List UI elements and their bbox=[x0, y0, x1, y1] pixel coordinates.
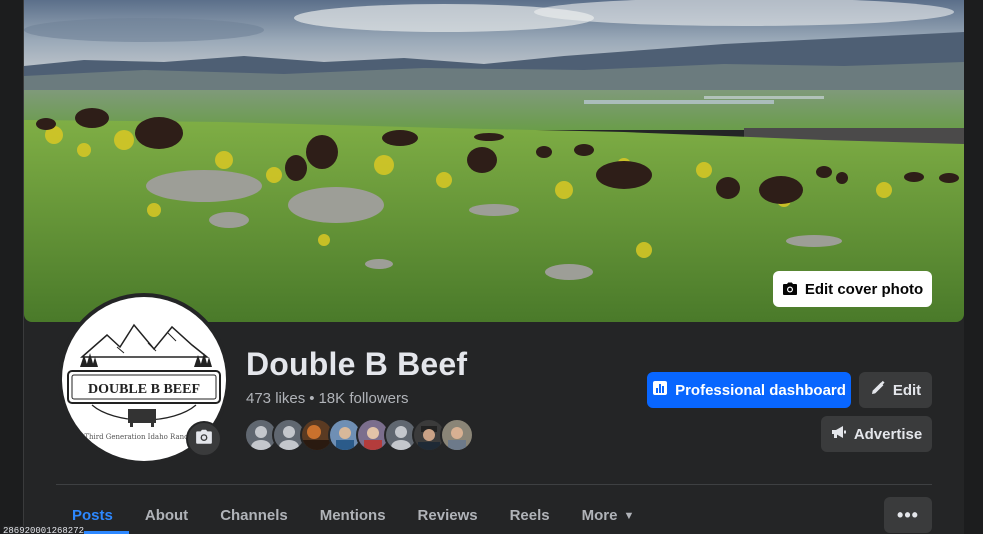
tab-reels[interactable]: Reels bbox=[494, 497, 566, 534]
left-gutter bbox=[0, 0, 24, 534]
stats-separator: • bbox=[309, 390, 315, 407]
update-profile-picture-button[interactable] bbox=[186, 421, 222, 457]
header-divider bbox=[56, 484, 932, 485]
edit-cover-photo-button[interactable]: Edit cover photo bbox=[773, 271, 932, 307]
page-id-text: 286920001268272 bbox=[3, 526, 85, 534]
cover-photo: Edit cover photo bbox=[24, 0, 964, 322]
tab-channels[interactable]: Channels bbox=[204, 497, 304, 534]
tab-mentions[interactable]: Mentions bbox=[304, 497, 402, 534]
right-gutter bbox=[964, 0, 983, 534]
ellipsis-icon: ••• bbox=[897, 504, 919, 525]
follower-avatar[interactable] bbox=[440, 418, 474, 452]
tab-reviews[interactable]: Reviews bbox=[402, 497, 494, 534]
edit-cover-photo-label: Edit cover photo bbox=[804, 280, 924, 298]
page-title: Double B Beef bbox=[246, 346, 468, 382]
professional-dashboard-label: Professional dashboard bbox=[675, 381, 846, 399]
likes-count[interactable]: 473 likes bbox=[246, 390, 305, 407]
followers-count[interactable]: 18K followers bbox=[318, 390, 408, 407]
pencil-icon bbox=[870, 380, 886, 400]
page-tabs: Posts About Channels Mentions Reviews Re… bbox=[56, 497, 650, 534]
megaphone-icon bbox=[831, 424, 847, 444]
camera-icon bbox=[782, 281, 798, 297]
page-stats: 473 likes • 18K followers bbox=[246, 390, 409, 407]
logo-wordmark: DOUBLE B BEEF bbox=[88, 382, 200, 397]
tab-about[interactable]: About bbox=[129, 497, 204, 534]
professional-dashboard-button[interactable]: Professional dashboard bbox=[647, 372, 851, 408]
edit-label: Edit bbox=[892, 381, 922, 399]
tab-more[interactable]: More ▼ bbox=[566, 497, 651, 534]
dashboard-chart-icon bbox=[652, 380, 668, 400]
follower-avatars[interactable] bbox=[244, 418, 474, 452]
advertise-button[interactable]: Advertise bbox=[821, 416, 932, 452]
more-options-button[interactable]: ••• bbox=[884, 497, 932, 533]
advertise-label: Advertise bbox=[853, 425, 923, 443]
edit-page-button[interactable]: Edit bbox=[859, 372, 932, 408]
caret-down-icon: ▼ bbox=[623, 510, 635, 522]
camera-icon bbox=[195, 428, 213, 451]
